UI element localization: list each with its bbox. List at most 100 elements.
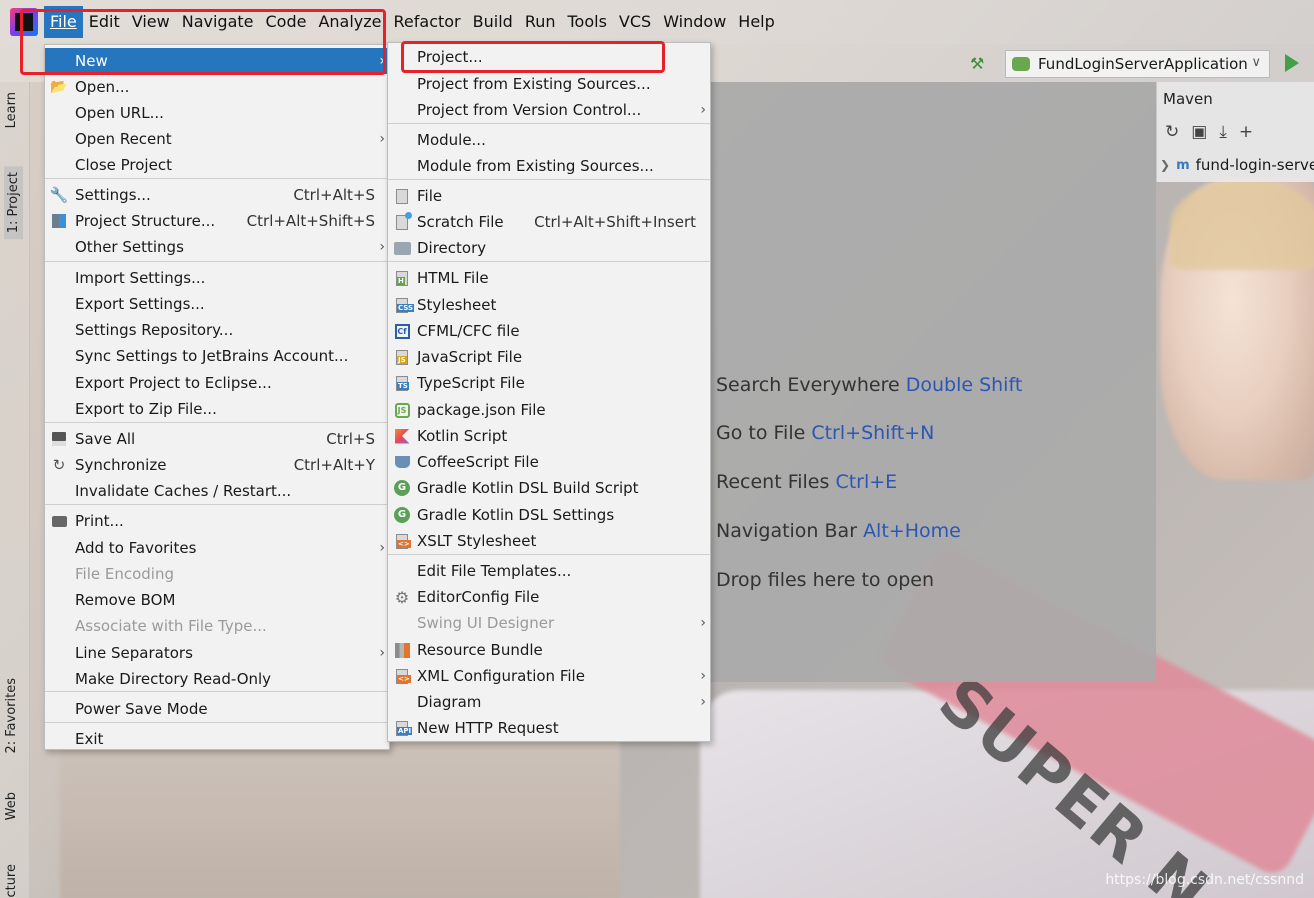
new-item-kotlin-script[interactable]: Kotlin Script (388, 423, 710, 449)
file-item-synchronize[interactable]: ↻ Synchronize Ctrl+Alt+Y (45, 452, 389, 478)
new-item-new-http-request[interactable]: API New HTTP Request (388, 715, 710, 741)
new-item-label: Swing UI Designer (417, 614, 555, 632)
new-item-edit-file-templates[interactable]: Edit File Templates... (388, 558, 710, 584)
file-item-remove-bom[interactable]: Remove BOM (45, 587, 389, 613)
menu-window[interactable]: Window (657, 6, 732, 38)
menu-separator (45, 261, 389, 263)
file-item-print[interactable]: Print... (45, 508, 389, 534)
file-icon (392, 186, 412, 206)
tool-tab-structure[interactable]: Structure (4, 864, 19, 898)
hint-shortcut: Ctrl+Shift+N (811, 422, 935, 444)
file-item-export-to-zip-file[interactable]: Export to Zip File... (45, 396, 389, 422)
menu-refactor[interactable]: Refactor (388, 6, 467, 38)
file-item-open-url[interactable]: Open URL... (45, 100, 389, 126)
new-item-gradle-kotlin-dsl-build-script[interactable]: G Gradle Kotlin DSL Build Script (388, 475, 710, 501)
new-item-javascript-file[interactable]: JS JavaScript File (388, 344, 710, 370)
hint-text: Search Everywhere (716, 374, 900, 396)
generate-sources-icon[interactable]: ▣ (1191, 122, 1207, 142)
new-item-project[interactable]: Project... (388, 44, 710, 70)
new-item-package-json-file[interactable]: JS package.json File (388, 397, 710, 423)
new-item-label: Gradle Kotlin DSL Build Script (417, 479, 639, 497)
file-item-associate-with-file-type: Associate with File Type... (45, 613, 389, 639)
maven-tree-root[interactable]: ❯ m fund-login-server (1160, 156, 1314, 174)
run-configuration-dropdown[interactable]: FundLoginServerApplication ∨ (1005, 50, 1270, 78)
menu-analyze[interactable]: Analyze (312, 6, 387, 38)
new-item-cfml-cfc-file[interactable]: Cf CFML/CFC file (388, 318, 710, 344)
tool-tab-project[interactable]: 1: Project (4, 166, 23, 240)
javascript-file-icon: JS (392, 347, 412, 367)
new-item-label: EditorConfig File (417, 588, 540, 606)
file-item-exit[interactable]: Exit (45, 726, 389, 752)
new-item-directory[interactable]: Directory (388, 235, 710, 261)
hint-recent-files: Recent Files Ctrl+E (716, 471, 897, 493)
new-item-project-from-existing-sources[interactable]: Project from Existing Sources... (388, 71, 710, 97)
menu-run[interactable]: Run (519, 6, 562, 38)
refresh-icon[interactable]: ↻ (1165, 122, 1179, 142)
file-item-label: Invalidate Caches / Restart... (75, 482, 292, 500)
css-file-icon: CSS (392, 295, 415, 315)
menu-navigate[interactable]: Navigate (176, 6, 260, 38)
run-icon[interactable] (1285, 54, 1299, 72)
file-item-make-directory-read-only[interactable]: Make Directory Read-Only (45, 666, 389, 692)
file-item-export-settings[interactable]: Export Settings... (45, 291, 389, 317)
new-item-module[interactable]: Module... (388, 127, 710, 153)
new-item-project-from-version-control[interactable]: Project from Version Control... › (388, 97, 710, 123)
file-item-import-settings[interactable]: Import Settings... (45, 265, 389, 291)
xml-icon: <> (392, 666, 412, 686)
new-item-diagram[interactable]: Diagram › (388, 689, 710, 715)
menu-edit[interactable]: Edit (83, 6, 126, 38)
menu-vcs[interactable]: VCS (613, 6, 657, 38)
file-item-power-save-mode[interactable]: Power Save Mode (45, 696, 389, 722)
menu-file[interactable]: File (44, 6, 83, 38)
new-item-label: XML Configuration File (417, 667, 585, 685)
new-item-resource-bundle[interactable]: Resource Bundle (388, 637, 710, 663)
menu-tools[interactable]: Tools (562, 6, 613, 38)
new-item-typescript-file[interactable]: TS TypeScript File (388, 370, 710, 396)
file-item-project-structure[interactable]: Project Structure... Ctrl+Alt+Shift+S (45, 208, 389, 234)
build-hammer-icon[interactable]: ⚒ (970, 54, 990, 73)
new-submenu-dropdown: Project... Project from Existing Sources.… (387, 42, 711, 742)
new-item-coffeescript-file[interactable]: CoffeeScript File (388, 449, 710, 475)
menu-build[interactable]: Build (467, 6, 519, 38)
file-item-label: File Encoding (75, 565, 174, 583)
file-item-export-project-to-eclipse[interactable]: Export Project to Eclipse... (45, 370, 389, 396)
new-item-module-from-existing-sources[interactable]: Module from Existing Sources... (388, 153, 710, 179)
cfml-file-icon: Cf (392, 321, 412, 341)
file-item-new[interactable]: New › (45, 48, 389, 74)
menu-code[interactable]: Code (260, 6, 313, 38)
file-item-open[interactable]: 📂 Open... (45, 74, 389, 100)
file-item-invalidate-caches-restart[interactable]: Invalidate Caches / Restart... (45, 478, 389, 504)
file-item-label: Other Settings (75, 238, 184, 256)
new-item-gradle-kotlin-dsl-settings[interactable]: G Gradle Kotlin DSL Settings (388, 502, 710, 528)
menu-separator (45, 504, 389, 506)
tool-tab-learn[interactable]: Learn (4, 92, 19, 128)
menu-help[interactable]: Help (732, 6, 780, 38)
tool-tab-favorites[interactable]: 2: Favorites (4, 678, 19, 754)
menu-view[interactable]: View (126, 6, 176, 38)
new-item-xml-configuration-file[interactable]: <> XML Configuration File › (388, 663, 710, 689)
new-item-html-file[interactable]: H HTML File (388, 265, 710, 291)
new-item-editorconfig-file[interactable]: ⚙ EditorConfig File (388, 584, 710, 610)
download-icon[interactable]: ⤓ (1219, 122, 1227, 142)
new-item-stylesheet[interactable]: CSS Stylesheet (388, 292, 710, 318)
new-item-label: Module from Existing Sources... (417, 157, 654, 175)
new-item-xslt-stylesheet[interactable]: <> XSLT Stylesheet (388, 528, 710, 554)
new-item-scratch-file[interactable]: Scratch File Ctrl+Alt+Shift+Insert (388, 209, 710, 235)
file-item-label: Exit (75, 730, 104, 748)
hint-text: Drop files here to open (716, 569, 935, 591)
file-item-sync-settings-to-jetbrains-account[interactable]: Sync Settings to JetBrains Account... (45, 343, 389, 369)
new-item-file[interactable]: File (388, 183, 710, 209)
file-item-settings[interactable]: 🔧 Settings... Ctrl+Alt+S (45, 182, 389, 208)
file-item-close-project[interactable]: Close Project (45, 152, 389, 178)
add-icon[interactable]: + (1239, 122, 1253, 142)
tool-tab-web[interactable]: Web (4, 792, 19, 820)
file-item-line-separators[interactable]: Line Separators › (45, 640, 389, 666)
file-item-save-all[interactable]: Save All Ctrl+S (45, 426, 389, 452)
file-item-add-to-favorites[interactable]: Add to Favorites › (45, 535, 389, 561)
file-item-open-recent[interactable]: Open Recent › (45, 126, 389, 152)
file-item-other-settings[interactable]: Other Settings › (45, 234, 389, 260)
new-item-label: Diagram (417, 693, 482, 711)
gear-icon: ⚙ (394, 587, 410, 607)
chevron-right-icon: › (700, 102, 706, 118)
file-item-settings-repository[interactable]: Settings Repository... (45, 317, 389, 343)
